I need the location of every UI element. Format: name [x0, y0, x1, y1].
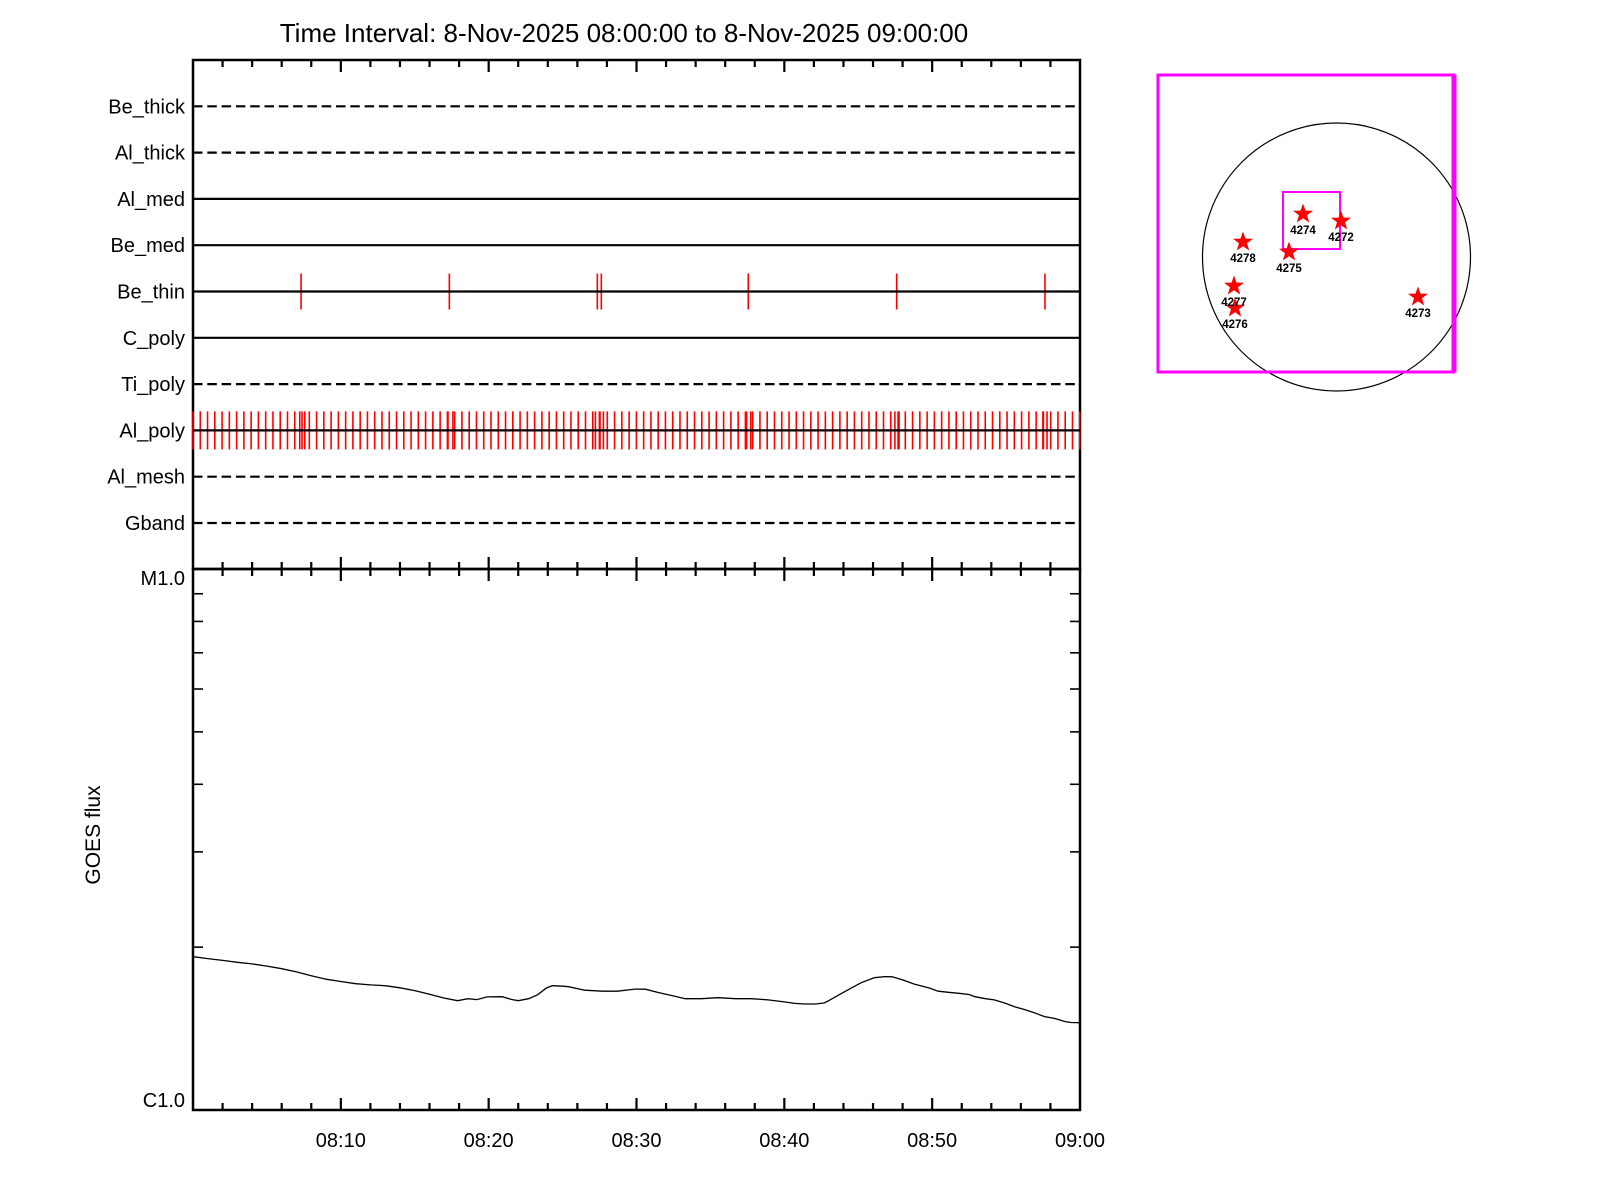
time-axis-labels: 08:10 08:20 08:30 08:40 08:50 09:00	[316, 1130, 1105, 1152]
active-region-star-4274	[1293, 204, 1313, 223]
plot-window: Time Interval: 8-Nov-2025 08:00:00 to 8-…	[0, 0, 1600, 1200]
active-region-star-4273	[1408, 287, 1428, 306]
time-tick-label: 09:00	[1055, 1130, 1105, 1152]
channel-row-Gband: Gband	[125, 513, 1080, 535]
active-region-label-4277: 4277	[1221, 297, 1247, 309]
active-region-star-4277	[1224, 276, 1244, 295]
active-region-label-4274: 4274	[1290, 225, 1316, 237]
channel-label-Al_med: Al_med	[117, 189, 185, 211]
panel-frames	[193, 60, 1080, 1110]
active-region-star-4278	[1233, 232, 1253, 251]
channel-row-Al_thick: Al_thick	[115, 143, 1080, 165]
time-tick-label: 08:50	[907, 1130, 957, 1152]
channel-label-C_poly: C_poly	[123, 328, 185, 350]
goes-log-ticks	[193, 594, 1080, 947]
time-tick-label: 08:10	[316, 1130, 366, 1152]
active-region-label-4278: 4278	[1230, 253, 1256, 265]
channel-row-Be_thin: Be_thin	[117, 274, 1080, 310]
channel-row-Be_thick: Be_thick	[108, 96, 1080, 118]
channel-label-Al_thick: Al_thick	[115, 143, 186, 165]
sun-map: 4274 4272 4278 4275 4277 4276 4273	[1158, 75, 1471, 391]
active-region-label-4272: 4272	[1328, 232, 1354, 244]
channel-row-C_poly: C_poly	[123, 328, 1080, 350]
channel-label-Al_poly: Al_poly	[119, 420, 185, 442]
channel-row-Al_mesh: Al_mesh	[107, 467, 1080, 489]
active-region-label-4275: 4275	[1276, 263, 1302, 275]
channel-label-Ti_poly: Ti_poly	[121, 374, 185, 396]
channel-row-Ti_poly: Ti_poly	[121, 374, 1080, 396]
goes-ymax-label: M1.0	[141, 568, 185, 590]
channel-label-Be_thin: Be_thin	[117, 282, 185, 304]
active-region-label-4276: 4276	[1222, 319, 1248, 331]
channel-label-Be_med: Be_med	[111, 235, 186, 257]
time-tick-label: 08:30	[611, 1130, 661, 1152]
goes-ylabel: GOES flux	[82, 785, 105, 885]
channel-row-Al_poly: Al_poly	[119, 411, 1080, 449]
channel-row-Be_med: Be_med	[111, 235, 1081, 257]
active-region-label-4273: 4273	[1405, 308, 1431, 320]
channel-label-Gband: Gband	[125, 513, 185, 535]
plot-title: Time Interval: 8-Nov-2025 08:00:00 to 8-…	[280, 18, 968, 48]
channel-label-Al_mesh: Al_mesh	[107, 467, 185, 489]
time-tick-label: 08:20	[464, 1130, 514, 1152]
goes-panel-frame	[193, 569, 1080, 1110]
channel-label-Be_thick: Be_thick	[108, 96, 186, 118]
goes-ymin-label: C1.0	[143, 1090, 185, 1112]
fov-box	[1158, 75, 1454, 372]
xrt-channel-rows: Be_thick Al_thick Al_med Be_med Be_thin C_pol…	[107, 96, 1080, 535]
goes-flux-curve	[193, 957, 1080, 1023]
time-axes	[223, 60, 1051, 1110]
channel-row-Al_med: Al_med	[117, 189, 1080, 211]
generated-plot-content: Be_thick Al_thick Al_med Be_med Be_thin C_pol…	[107, 60, 1470, 1152]
xrt-panel-frame	[193, 60, 1080, 569]
plot-svg: Time Interval: 8-Nov-2025 08:00:00 to 8-…	[0, 0, 1600, 1200]
time-tick-label: 08:40	[759, 1130, 809, 1152]
